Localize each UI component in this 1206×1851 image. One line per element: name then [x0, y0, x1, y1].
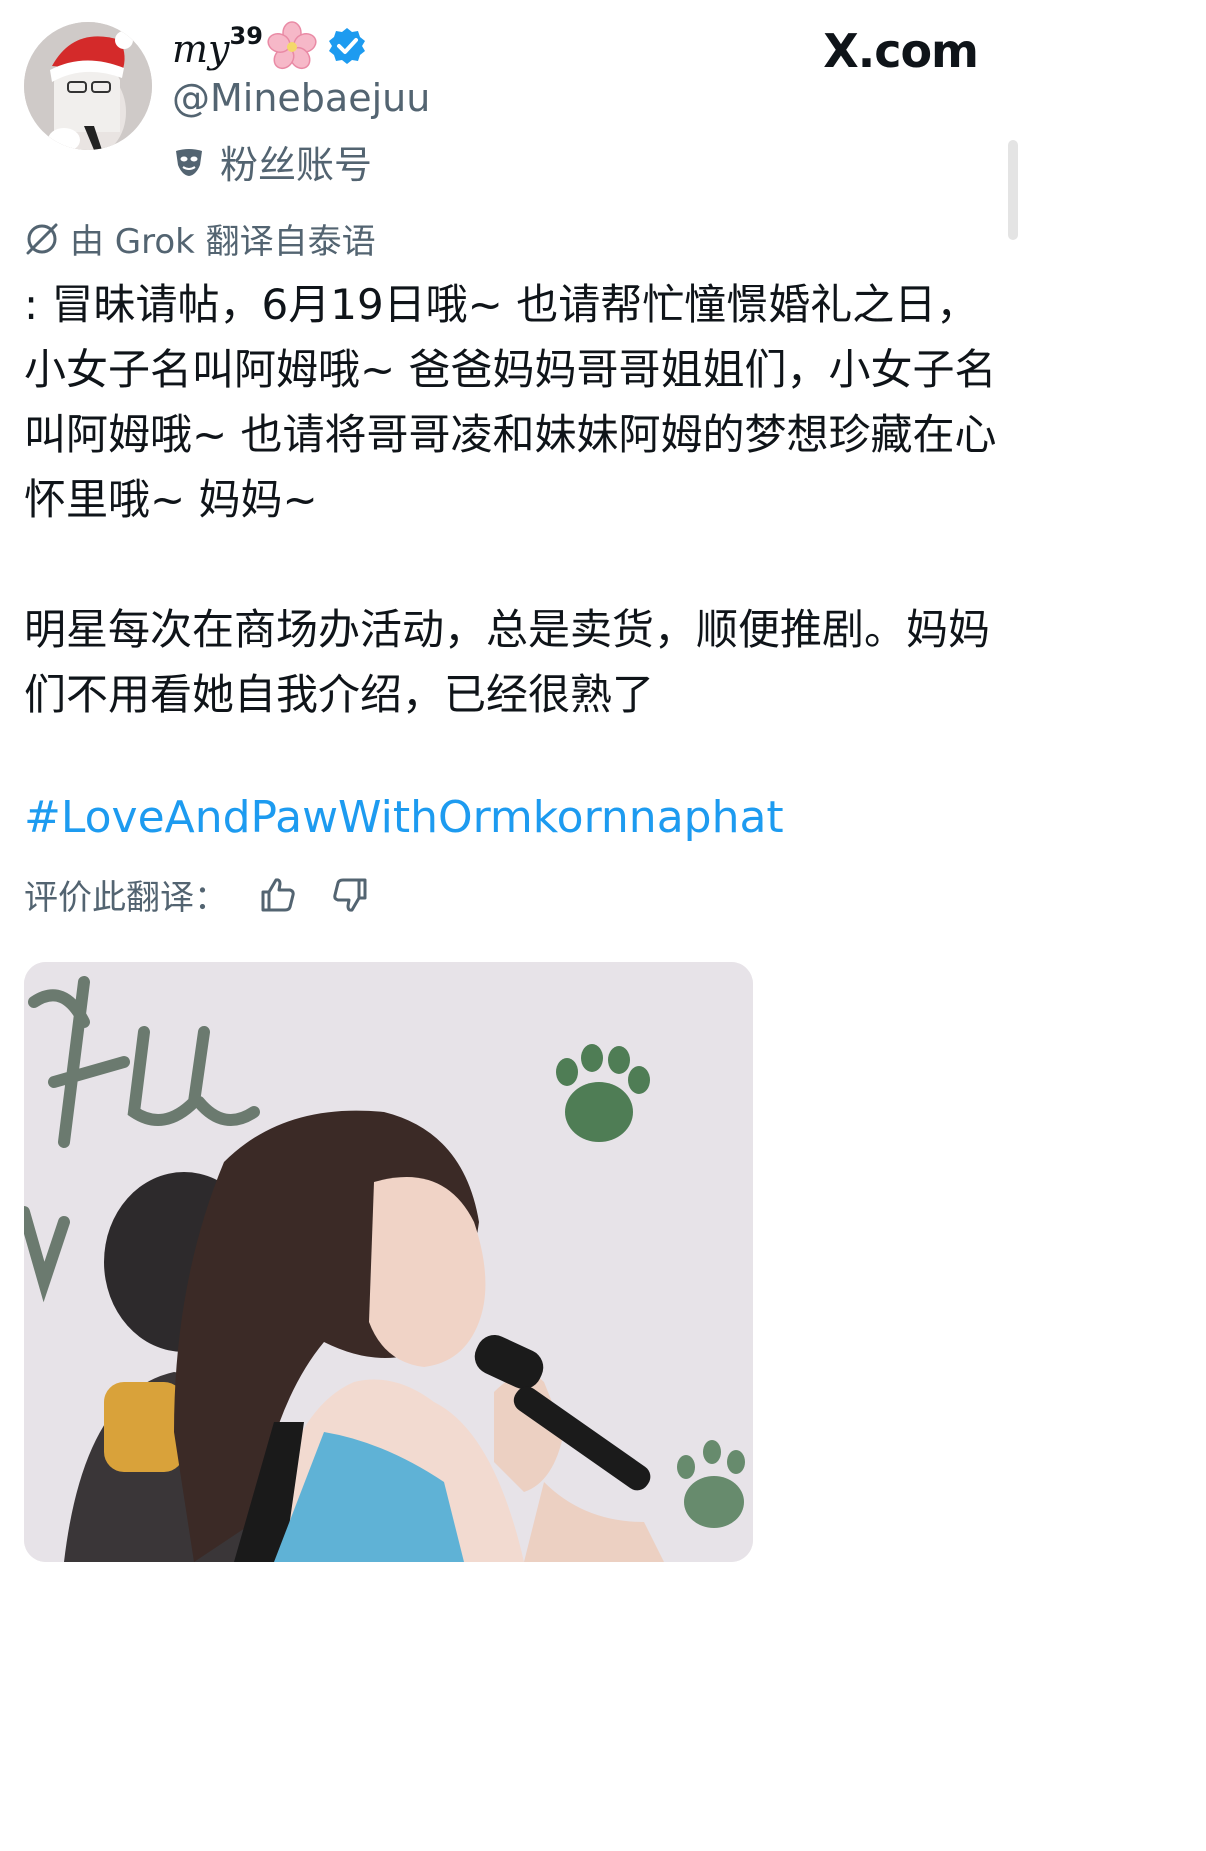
display-name-superscript: 39 — [229, 21, 263, 50]
account-label-text: 粉丝账号 — [220, 143, 373, 187]
thumbs-down-icon — [333, 878, 367, 912]
account-label: 粉丝账号 — [172, 134, 372, 189]
mask-icon — [176, 148, 202, 176]
rate-translation-label: 评价此翻译： — [24, 878, 228, 918]
display-name[interactable]: my39 — [172, 22, 263, 71]
thumbs-up-button[interactable] — [256, 873, 300, 917]
x-brand-logo: X.com — [823, 24, 979, 78]
verified-badge-icon[interactable] — [327, 26, 367, 66]
avatar[interactable] — [24, 22, 152, 150]
scrollbar[interactable] — [1008, 140, 1018, 240]
post-paragraph: : 冒昧请帖，6月19日哦~ 也请帮忙憧憬婚礼之日，小女子名叫阿姆哦~ 爸爸妈妈… — [24, 280, 997, 524]
hashtag-link[interactable]: #LoveAndPawWithOrmkornnaphat — [24, 792, 784, 843]
user-handle[interactable]: @Minebaejuu — [172, 76, 430, 120]
grok-icon — [26, 223, 58, 254]
rate-translation: 评价此翻译： — [24, 870, 372, 919]
post-paragraph: 明星每次在商场办活动，总是卖货，顺便推剧。妈妈们不用看她自我介绍，已经很熟了 — [24, 605, 991, 719]
translation-note-text: 由 Grok 翻译自泰语 — [70, 222, 376, 262]
post-media-image[interactable] — [24, 962, 753, 1562]
cherry-blossom-icon — [267, 21, 317, 70]
thumbs-up-icon — [261, 877, 295, 911]
display-name-row[interactable]: my39 — [172, 20, 367, 72]
translation-note: 由 Grok 翻译自泰语 — [24, 214, 376, 263]
post-text: : 冒昧请帖，6月19日哦~ 也请帮忙憧憬婚礼之日，小女子名叫阿姆哦~ 爸爸妈妈… — [24, 272, 1004, 727]
thumbs-down-button[interactable] — [328, 873, 372, 917]
